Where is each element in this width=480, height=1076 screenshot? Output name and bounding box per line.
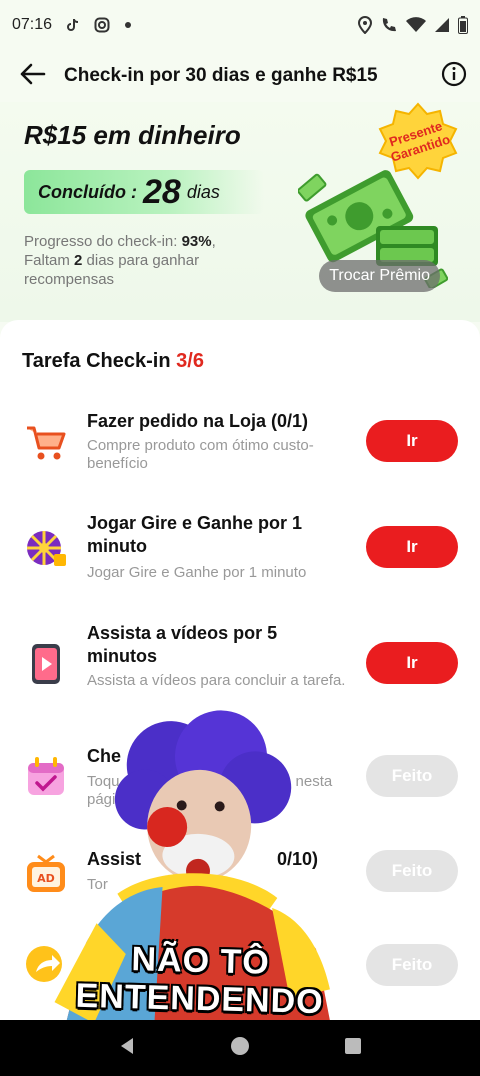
nav-home-button[interactable] <box>220 1028 260 1068</box>
remaining-prefix: Faltam <box>24 252 70 269</box>
guaranteed-gift-badge: Presente Garantido <box>374 102 462 190</box>
status-time: 07:16 <box>12 16 53 33</box>
sticker-caption-line-1: NÃO TÔ <box>131 940 271 982</box>
checkin-progress-text: Progresso do check-in: 93%, Faltam 2 dia… <box>24 233 216 288</box>
clown-meme-sticker[interactable]: NÃO TÔ ENTENDENDO <box>44 702 363 1040</box>
task-row: Jogar Gire e Ganhe por 1 minuto Jogar Gi… <box>0 512 480 592</box>
task-description: Jogar Gire e Ganhe por 1 minuto <box>87 564 307 581</box>
task-done-button[interactable]: Feito <box>366 850 458 892</box>
battery-icon <box>458 16 468 34</box>
nav-back-button[interactable] <box>107 1028 147 1068</box>
task-title: Fazer pedido na Loja (0/1) <box>87 411 309 431</box>
dot-icon <box>124 21 132 29</box>
task-done-button[interactable]: Feito <box>366 944 458 986</box>
completed-days-value: 28 <box>142 172 181 211</box>
completed-days-unit: dias <box>186 181 220 202</box>
task-title: Jogar Gire e Ganhe por 1 minuto <box>87 513 303 556</box>
swap-prize-button[interactable]: Trocar Prêmio <box>319 260 440 292</box>
prize-wheel-icon <box>24 526 68 570</box>
tiktok-icon <box>66 18 80 32</box>
reward-title: R$15 em dinheiro <box>24 120 241 150</box>
task-go-button[interactable]: Ir <box>366 642 458 684</box>
task-row: Assista a vídeos por 5 minutos Assista a… <box>0 622 480 712</box>
task-section-label: Tarefa Check-in <box>22 350 171 372</box>
task-section-title: Tarefa Check-in 3/6 <box>22 350 204 373</box>
task-go-button[interactable]: Ir <box>366 526 458 568</box>
remaining-days: 2 <box>74 252 83 269</box>
info-icon <box>441 61 467 92</box>
task-section-count: 3/6 <box>176 350 204 372</box>
back-arrow-icon <box>18 62 46 91</box>
task-go-button[interactable]: Ir <box>366 420 458 462</box>
status-bar: 07:16 <box>0 0 480 50</box>
reward-hero: R$15 em dinheiro Concluído : 28 dias Pro… <box>0 102 480 322</box>
nav-back-icon <box>117 1036 137 1061</box>
signal-icon <box>434 17 450 33</box>
location-icon <box>358 16 372 34</box>
page-title: Check-in por 30 dias e ganhe R$15 <box>64 65 378 86</box>
info-button[interactable] <box>440 61 468 92</box>
completed-label: Concluído : <box>38 181 137 202</box>
nav-recents-button[interactable] <box>333 1028 373 1068</box>
task-description: Assista a vídeos para concluir a tarefa. <box>87 672 346 689</box>
shopping-cart-icon <box>24 420 68 464</box>
task-description: Compre produto com ótimo custo-benefício <box>87 437 314 472</box>
call-icon <box>380 16 398 34</box>
system-nav-bar <box>0 1020 480 1076</box>
wifi-icon <box>406 17 426 33</box>
progress-label: Progresso do check-in: <box>24 233 178 250</box>
sticker-caption-line-2: ENTENDENDO <box>75 976 325 1022</box>
nav-home-icon <box>229 1035 251 1062</box>
task-row: Fazer pedido na Loja (0/1) Compre produt… <box>0 408 480 488</box>
back-button[interactable] <box>0 50 64 102</box>
completed-days-pill: Concluído : 28 dias <box>24 170 264 214</box>
instagram-icon <box>94 17 110 33</box>
task-done-button[interactable]: Feito <box>366 755 458 797</box>
nav-recents-icon <box>343 1036 363 1061</box>
task-title: Assista a vídeos por 5 minutos <box>87 623 278 666</box>
video-phone-icon <box>24 642 68 686</box>
progress-value: 93% <box>181 233 212 250</box>
top-app-bar: Check-in por 30 dias e ganhe R$15 <box>0 50 480 102</box>
